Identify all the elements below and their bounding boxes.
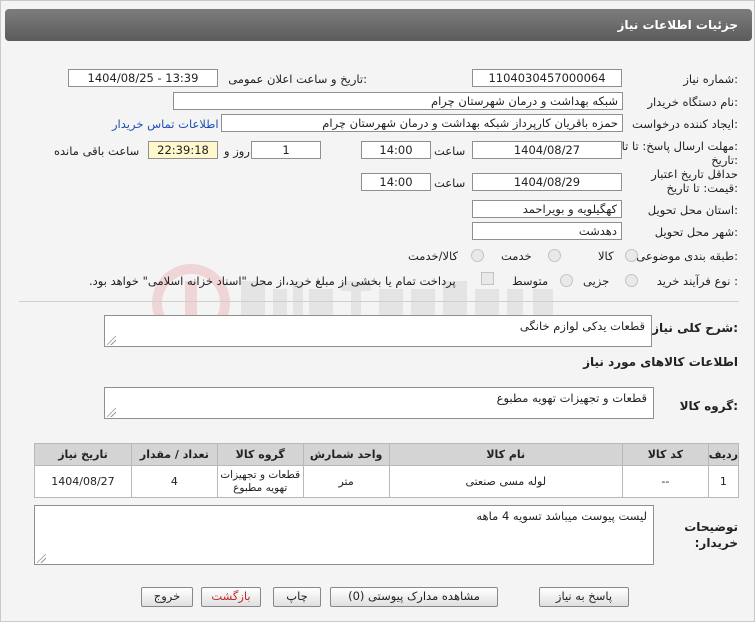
process-option-minor: جزیی <box>583 274 610 288</box>
reply-deadline-sub: تاریخ: <box>711 153 738 167</box>
remaining-label: ساعت باقی مانده <box>54 144 140 158</box>
category-label: طبقه بندی موضوعی: <box>636 249 738 263</box>
description-textarea[interactable]: قطعات یدکی لوازم خانگی <box>104 315 652 347</box>
category-radio-service[interactable] <box>548 249 561 262</box>
process-radio-medium[interactable] <box>560 274 573 287</box>
process-option-medium: متوسط <box>512 274 549 288</box>
buyer-notes-label: توضیحات خریدار: <box>684 520 738 550</box>
description-text: قطعات یدکی لوازم خانگی <box>519 319 645 333</box>
cell-qty: 4 <box>130 465 218 498</box>
col-name: نام کالا <box>388 443 623 466</box>
province-label: استان محل تحویل: <box>647 203 738 217</box>
process-label: نوع فرآیند خرید : <box>656 274 738 288</box>
resize-grip-icon[interactable] <box>37 554 46 563</box>
payment-note: پرداخت تمام یا بخشی از مبلغ خرید،از محل … <box>89 274 456 288</box>
main-panel: جزئیات اطلاعات نیاز شماره نیاز: 11040304… <box>0 0 755 622</box>
goods-table: ردیف کد کالا نام کالا واحد شمارش گروه کا… <box>34 443 740 498</box>
reply-date-field: 1404/08/27 <box>472 141 622 159</box>
attachments-button[interactable]: مشاهده مدارک پیوستی (0) <box>330 587 498 607</box>
col-code: کد کالا <box>621 443 709 466</box>
buyer-notes-text: لیست پیوست میباشد تسویه 4 ماهه <box>476 509 647 523</box>
resize-grip-icon[interactable] <box>107 408 116 417</box>
requester-label: ایجاد کننده درخواست: <box>632 117 738 131</box>
announce-label: تاریخ و ساعت اعلان عمومی: <box>228 72 367 86</box>
category-radio-both[interactable] <box>471 249 484 262</box>
description-label: شرح کلی نیاز: <box>652 321 738 335</box>
resize-grip-icon[interactable] <box>107 336 116 345</box>
buyer-org-field: شبکه بهداشت و درمان شهرستان چرام <box>173 92 623 110</box>
validity-label: حداقل تاریخ اعتبار <box>651 167 738 181</box>
remaining-time-field: 22:39:18 <box>148 141 218 159</box>
cell-group: قطعات و تجهیزات تهویه مطبوع <box>216 465 304 498</box>
col-group: گروه کالا <box>216 443 304 466</box>
back-button[interactable]: بازگشت <box>201 587 261 607</box>
exit-button[interactable]: خروج <box>141 587 193 607</box>
buyer-notes-textarea[interactable]: لیست پیوست میباشد تسویه 4 ماهه <box>34 505 654 565</box>
cell-name: لوله مسی صنعتی <box>388 465 623 498</box>
validity-sub: قیمت: تا تاریخ: <box>666 181 738 195</box>
need-number-label: شماره نیاز: <box>683 72 738 86</box>
treasury-checkbox[interactable] <box>481 272 494 285</box>
city-label: شهر محل تحویل: <box>654 225 738 239</box>
category-option-goods: کالا <box>598 249 614 263</box>
col-unit: واحد شمارش <box>302 443 390 466</box>
reply-time-label: ساعت <box>434 144 466 158</box>
cell-unit: متر <box>302 465 390 498</box>
goods-group-label: گروه کالا: <box>679 399 738 413</box>
category-option-service: خدمت <box>501 249 532 263</box>
days-label: روز و <box>224 144 250 158</box>
col-row: ردیف <box>707 443 740 466</box>
days-field: 1 <box>251 141 321 159</box>
validity-time-field: 14:00 <box>361 173 431 191</box>
buyer-contact-link[interactable]: اطلاعات تماس خریدار <box>112 117 219 131</box>
cell-row: 1 <box>707 465 740 498</box>
col-qty: تعداد / مقدار <box>130 443 218 466</box>
need-number-field: 1104030457000064 <box>472 69 622 87</box>
validity-time-label: ساعت <box>434 176 466 190</box>
goods-group-text: قطعات و تجهیزات تهویه مطبوع <box>496 391 647 405</box>
goods-section-title: اطلاعات کالاهای مورد نیاز <box>583 355 738 369</box>
title-bar: جزئیات اطلاعات نیاز <box>5 9 752 41</box>
cell-code: -- <box>621 465 709 498</box>
page-title: جزئیات اطلاعات نیاز <box>617 18 738 32</box>
buyer-org-label: نام دستگاه خریدار: <box>647 95 738 109</box>
requester-field: حمزه باقریان کارپرداز شبکه بهداشت و درما… <box>221 114 623 132</box>
reply-time-field: 14:00 <box>361 141 431 159</box>
print-button[interactable]: چاپ <box>273 587 321 607</box>
table-header-row: ردیف کد کالا نام کالا واحد شمارش گروه کا… <box>34 443 740 466</box>
table-row: 1 -- لوله مسی صنعتی متر قطعات و تجهیزات … <box>34 465 740 498</box>
province-field: کهگیلویه و بویراحمد <box>472 200 622 218</box>
cell-date: 1404/08/27 <box>34 465 132 498</box>
section-divider <box>19 301 739 302</box>
goods-group-textarea[interactable]: قطعات و تجهیزات تهویه مطبوع <box>104 387 654 419</box>
announce-field: 1404/08/25 - 13:39 <box>68 69 218 87</box>
category-option-both: کالا/خدمت <box>408 249 459 263</box>
category-radio-goods[interactable] <box>625 249 638 262</box>
validity-date-field: 1404/08/29 <box>472 173 622 191</box>
col-date: تاریخ نیاز <box>34 443 132 466</box>
process-radio-minor[interactable] <box>625 274 638 287</box>
reply-deadline-label: مهلت ارسال پاسخ: تا تاریخ: <box>605 139 738 153</box>
city-field: دهدشت <box>472 222 622 240</box>
reply-button[interactable]: پاسخ به نیاز <box>539 587 629 607</box>
